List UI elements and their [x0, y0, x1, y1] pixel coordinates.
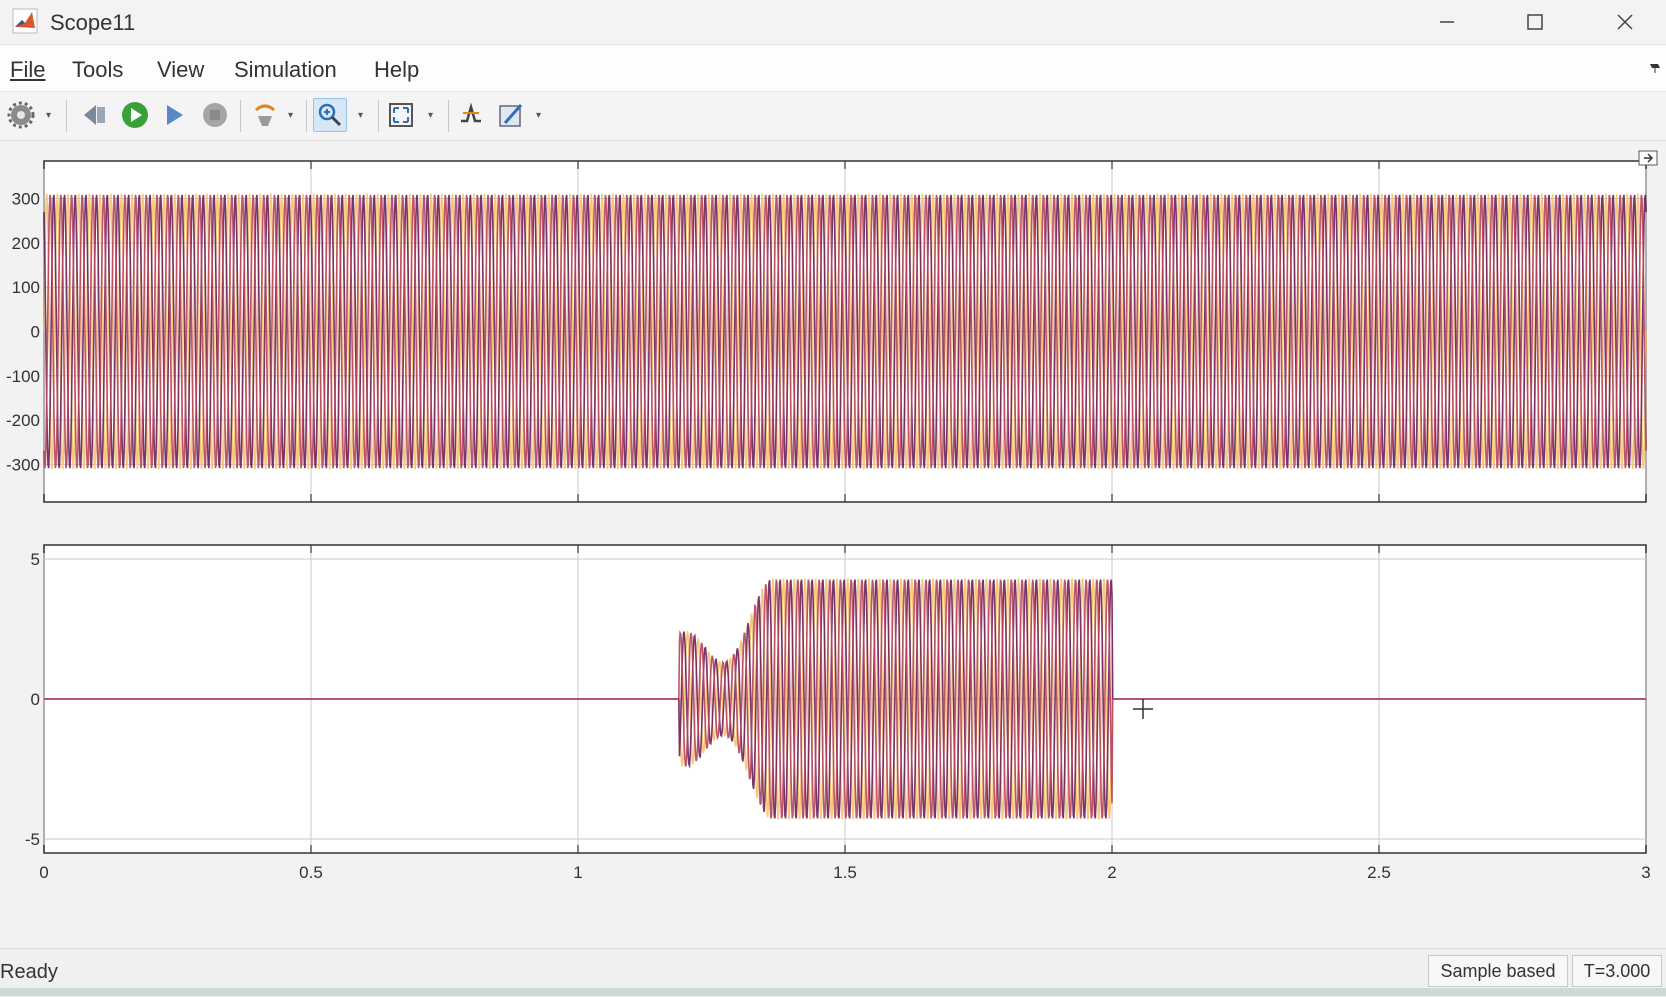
- menu-view-label: View: [157, 57, 205, 82]
- dock-pin-icon[interactable]: [1648, 60, 1662, 74]
- x-tick-label: 2: [1107, 863, 1116, 882]
- y-tick-label: -200: [6, 411, 40, 430]
- minimize-button[interactable]: [1412, 0, 1482, 44]
- y-tick-label: 5: [31, 550, 40, 569]
- taskbar-strip: [0, 988, 1666, 996]
- run-icon: [122, 102, 148, 128]
- minimize-icon: [1440, 21, 1454, 23]
- scope-plots: 300 200 100 0 -100 -200 -300 5 0 -5 0 0.5 1 1.5 2 2.5 3: [6, 160, 1651, 882]
- y-tick-label: -5: [25, 830, 40, 849]
- menu-help[interactable]: Help: [374, 57, 419, 83]
- toolbar: ▾ ▾ ▾ ▾ ▾: [0, 92, 1666, 141]
- y-tick-label: 0: [31, 323, 40, 342]
- menu-view[interactable]: View: [157, 57, 204, 83]
- x-tick-label: 0: [39, 863, 48, 882]
- trigger-icon: [461, 102, 481, 123]
- zoom-icon: [318, 103, 342, 127]
- y-tick-label: 100: [12, 278, 40, 297]
- status-ready: Ready: [0, 961, 58, 983]
- maximize-button[interactable]: [1500, 0, 1570, 44]
- x-tick-label: 2.5: [1367, 863, 1391, 882]
- x-tick-label: 1.5: [833, 863, 857, 882]
- settings-icon: [7, 101, 35, 129]
- settings-dropdown-icon[interactable]: ▾: [46, 110, 56, 122]
- fit-dropdown-icon[interactable]: ▾: [428, 110, 438, 122]
- run-button[interactable]: [118, 98, 152, 132]
- toolbar-separator: [306, 100, 307, 132]
- y-tick-label: 200: [12, 234, 40, 253]
- scope-display[interactable]: 300 200 100 0 -100 -200 -300 5 0 -5 0 0.5 1 1.5 2 2.5 3: [0, 141, 1666, 949]
- menu-tools[interactable]: Tools: [72, 57, 123, 83]
- settings-button[interactable]: [4, 98, 38, 132]
- undock-icon[interactable]: [1638, 150, 1658, 166]
- menu-file[interactable]: File: [10, 57, 45, 83]
- step-back-button[interactable]: [78, 98, 112, 132]
- step-forward-button[interactable]: [158, 98, 192, 132]
- style-icon: [499, 104, 523, 127]
- status-time: T=3.000: [1572, 955, 1662, 987]
- y-tick-label: 0: [31, 690, 40, 709]
- menu-bar: File Tools View Simulation Help: [0, 45, 1666, 92]
- close-button[interactable]: [1590, 0, 1660, 44]
- y-tick-label: 300: [12, 190, 40, 209]
- step-forward-icon: [167, 105, 183, 125]
- zoom-button[interactable]: [313, 98, 347, 132]
- toolbar-separator: [448, 100, 449, 132]
- y-tick-label: -100: [6, 367, 40, 386]
- close-icon: [1617, 14, 1633, 30]
- maximize-icon: [1527, 14, 1543, 30]
- zoom-dropdown-icon[interactable]: ▾: [358, 110, 368, 122]
- status-mode: Sample based: [1428, 955, 1568, 987]
- matlab-logo-icon: [12, 8, 38, 34]
- style-dropdown-icon[interactable]: ▾: [536, 110, 546, 122]
- x-tick-label: 1: [573, 863, 582, 882]
- toolbar-separator: [240, 100, 241, 132]
- menu-simulation[interactable]: Simulation: [234, 57, 337, 83]
- x-tick-label: 3: [1641, 863, 1650, 882]
- stop-button[interactable]: [198, 98, 232, 132]
- menu-file-label: File: [10, 57, 46, 82]
- highlight-button[interactable]: [248, 98, 282, 132]
- trigger-button[interactable]: [454, 98, 488, 132]
- y-tick-label: -300: [6, 455, 40, 474]
- title-bar: Scope11: [0, 0, 1666, 45]
- menu-tools-label: Tools: [72, 57, 124, 82]
- step-back-icon: [84, 105, 105, 125]
- x-tick-label: 0.5: [299, 863, 323, 882]
- menu-help-label: Help: [374, 57, 420, 82]
- toolbar-separator: [66, 100, 67, 132]
- fit-button[interactable]: [384, 98, 418, 132]
- fit-icon: [389, 103, 413, 127]
- window-title: Scope11: [50, 10, 136, 35]
- toolbar-separator: [378, 100, 379, 132]
- style-button[interactable]: [494, 98, 528, 132]
- stop-icon: [203, 103, 227, 127]
- menu-simulation-label: Simulation: [234, 57, 337, 82]
- highlight-dropdown-icon[interactable]: ▾: [288, 110, 298, 122]
- highlight-icon: [255, 104, 275, 126]
